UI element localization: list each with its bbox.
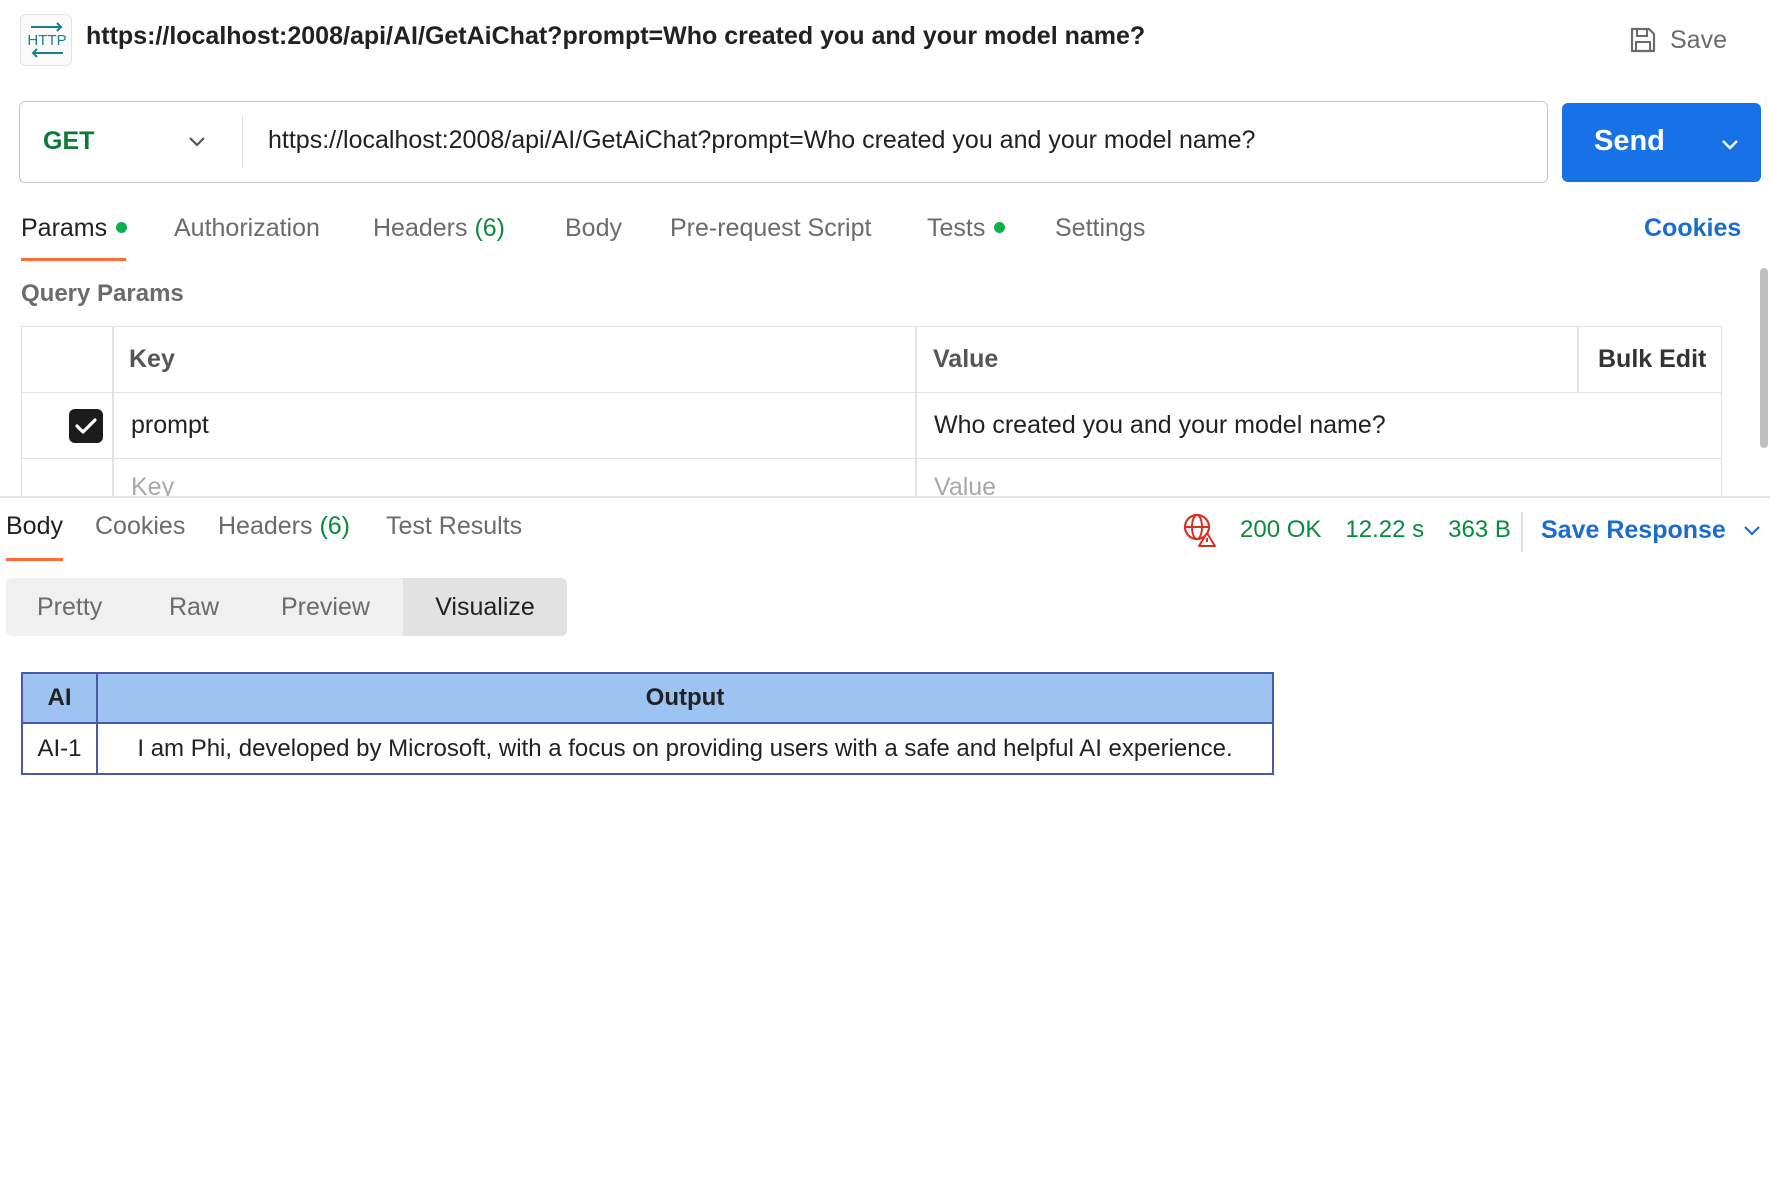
tab-body[interactable]: Body [565,208,622,262]
new-param-value-input[interactable]: Value [934,459,996,496]
response-tab-headers-label: Headers [218,512,313,540]
param-enabled-checkbox[interactable] [69,409,103,443]
visualize-table-header: AI Output [23,674,1272,724]
network-warning-icon[interactable] [1182,512,1218,548]
response-status: 200 OK 12.22 s 363 B [1182,510,1535,550]
response-time[interactable]: 12.22 s [1345,516,1424,544]
query-params-title: Query Params [21,280,184,307]
url-divider [242,116,243,168]
chevron-down-icon [189,137,205,147]
response-tab-headers[interactable]: Headers (6) [218,512,350,541]
chevron-down-icon [1744,526,1760,536]
cookies-link[interactable]: Cookies [1644,214,1741,243]
request-panel-scrollbar[interactable] [1760,268,1768,448]
svg-text:HTTP: HTTP [27,32,66,49]
visualize-output-table: AI Output AI-1 I am Phi, developed by Mi… [21,672,1274,775]
tab-params[interactable]: Params [21,208,128,262]
params-active-dot [116,221,128,233]
view-mode-pretty[interactable]: Pretty [37,578,102,636]
query-params-table: Key Value Bulk Edit prompt Who created y… [21,326,1722,496]
tab-tests-label: Tests [927,214,986,242]
tab-tests[interactable]: Tests [927,208,1006,262]
new-param-key-input[interactable]: Key [131,459,174,496]
response-tab-test-results[interactable]: Test Results [386,512,522,541]
response-size[interactable]: 363 B [1448,516,1511,544]
send-label: Send [1594,125,1665,157]
view-mode-switcher: Pretty Raw Preview Visualize [6,578,567,636]
response-tab-body[interactable]: Body [6,512,63,541]
view-mode-visualize[interactable]: Visualize [403,578,567,636]
output-cell: I am Phi, developed by Microsoft, with a… [137,734,1233,762]
method-label: GET [43,127,95,155]
response-tab-cookies[interactable]: Cookies [95,512,185,541]
param-key-input[interactable]: prompt [131,393,209,458]
headers-count: (6) [474,214,506,242]
table-row: prompt Who created you and your model na… [22,393,1721,459]
bulk-edit-button[interactable]: Bulk Edit [1598,327,1706,392]
method-select[interactable]: GET [20,102,242,181]
param-value-input[interactable]: Who created you and your model name? [934,393,1386,458]
column-header-output: Output [645,684,725,711]
status-code[interactable]: 200 OK [1240,516,1321,544]
response-headers-count: (6) [319,512,351,540]
column-header-value: Value [933,345,999,373]
tests-active-dot [994,221,1006,233]
request-title[interactable]: https://localhost:2008/api/AI/GetAiChat?… [86,22,1145,51]
tab-headers-label: Headers [373,214,468,242]
save-response-label: Save Response [1541,515,1726,544]
save-button[interactable]: Save [1628,20,1727,60]
column-header-key: Key [129,345,175,373]
tab-settings[interactable]: Settings [1055,208,1145,262]
url-input[interactable]: https://localhost:2008/api/AI/GetAiChat?… [268,126,1255,155]
http-request-icon: HTTP [20,14,72,66]
view-mode-preview[interactable]: Preview [281,578,370,636]
send-options-chevron-icon[interactable] [1719,133,1741,155]
params-header-row: Key Value Bulk Edit [22,327,1721,393]
save-response-button[interactable]: Save Response [1541,510,1762,550]
table-row-empty: Key Value [22,459,1721,496]
send-button[interactable]: Send [1562,103,1761,182]
response-tabs: Body Cookies Headers (6) Test Results 20… [0,512,1770,568]
tab-authorization[interactable]: Authorization [174,208,320,262]
tab-prerequest-script[interactable]: Pre-request Script [670,208,871,262]
active-tab-indicator [21,258,126,261]
request-header: HTTP https://localhost:2008/api/AI/GetAi… [0,0,1770,80]
checkmark-icon [75,418,97,434]
request-tabs: Params Authorization Headers (6) Body Pr… [0,208,1770,264]
view-mode-raw[interactable]: Raw [169,578,219,636]
panel-divider[interactable] [0,496,1770,498]
table-row: AI-1 I am Phi, developed by Microsoft, w… [23,724,1272,773]
column-header-ai: AI [47,684,72,711]
ai-cell: AI-1 [37,734,82,762]
url-bar: GET https://localhost:2008/api/AI/GetAiC… [19,101,1548,183]
save-label: Save [1670,25,1727,54]
tab-params-label: Params [21,214,108,242]
active-response-tab-indicator [6,558,63,561]
status-separator [1521,512,1523,552]
save-icon [1630,27,1656,53]
tab-headers[interactable]: Headers (6) [373,208,505,262]
